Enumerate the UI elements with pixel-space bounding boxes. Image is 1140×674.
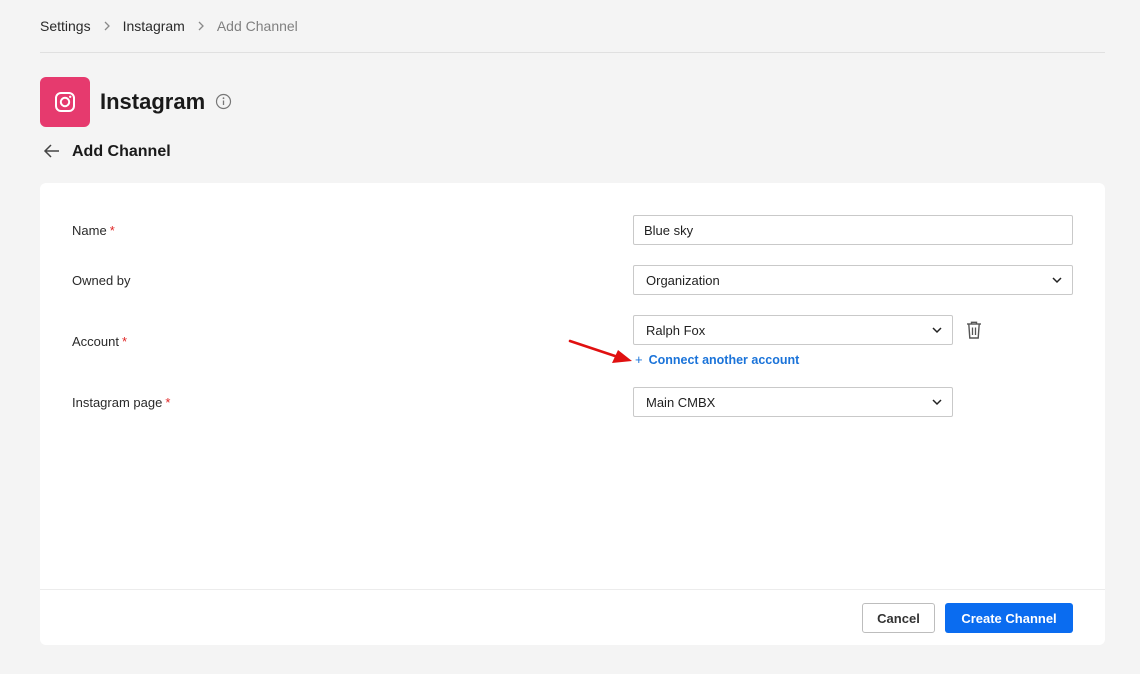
chevron-down-icon bbox=[931, 324, 943, 336]
chevron-down-icon bbox=[1051, 274, 1063, 286]
create-channel-button[interactable]: Create Channel bbox=[945, 603, 1073, 633]
owned-by-value: Organization bbox=[646, 272, 720, 288]
section-title: Add Channel bbox=[72, 143, 171, 160]
instagram-page-select[interactable]: Main CMBX bbox=[633, 387, 953, 417]
back-arrow-icon[interactable] bbox=[42, 141, 62, 161]
required-marker: * bbox=[165, 395, 171, 410]
instagram-logo bbox=[40, 77, 90, 127]
cancel-button[interactable]: Cancel bbox=[862, 603, 935, 633]
instagram-page-value: Main CMBX bbox=[646, 394, 716, 410]
instagram-page-label-text: Instagram page bbox=[72, 395, 163, 410]
info-icon[interactable] bbox=[215, 93, 232, 110]
account-label-text: Account bbox=[72, 334, 119, 349]
breadcrumb-instagram[interactable]: Instagram bbox=[123, 18, 185, 34]
name-label-text: Name bbox=[72, 223, 107, 238]
breadcrumb-add-channel: Add Channel bbox=[216, 18, 298, 34]
chevron-right-icon bbox=[197, 21, 205, 31]
connect-another-account-link[interactable]: + Connect another account bbox=[635, 352, 799, 367]
name-input[interactable] bbox=[633, 215, 1073, 245]
red-arrow-annotation bbox=[568, 339, 632, 363]
page-title: Instagram bbox=[100, 89, 206, 114]
account-label: Account * bbox=[72, 334, 127, 350]
footer-divider bbox=[40, 589, 1105, 590]
instagram-page-label: Instagram page * bbox=[72, 395, 170, 411]
header-divider bbox=[40, 52, 1105, 53]
delete-account-button[interactable] bbox=[965, 320, 983, 340]
connect-link-text: Connect another account bbox=[648, 352, 800, 367]
account-value: Ralph Fox bbox=[646, 322, 706, 338]
plus-icon: + bbox=[635, 352, 643, 367]
name-label: Name * bbox=[72, 223, 115, 239]
owned-by-label-text: Owned by bbox=[72, 273, 131, 288]
add-channel-form-card: Name* Owned by Organization Account* Ral… bbox=[40, 183, 1105, 645]
chevron-down-icon bbox=[931, 396, 943, 408]
instagram-icon bbox=[55, 92, 75, 112]
breadcrumb-settings[interactable]: Settings bbox=[40, 18, 91, 34]
required-marker: * bbox=[121, 334, 128, 349]
account-select[interactable]: Ralph Fox bbox=[633, 315, 953, 345]
breadcrumb: Settings Instagram Add Channel bbox=[40, 17, 298, 35]
owned-by-label: Owned by bbox=[72, 273, 131, 289]
required-marker: * bbox=[109, 223, 115, 238]
chevron-right-icon bbox=[103, 21, 111, 31]
owned-by-select[interactable]: Organization bbox=[633, 265, 1073, 295]
trash-icon bbox=[967, 321, 981, 339]
